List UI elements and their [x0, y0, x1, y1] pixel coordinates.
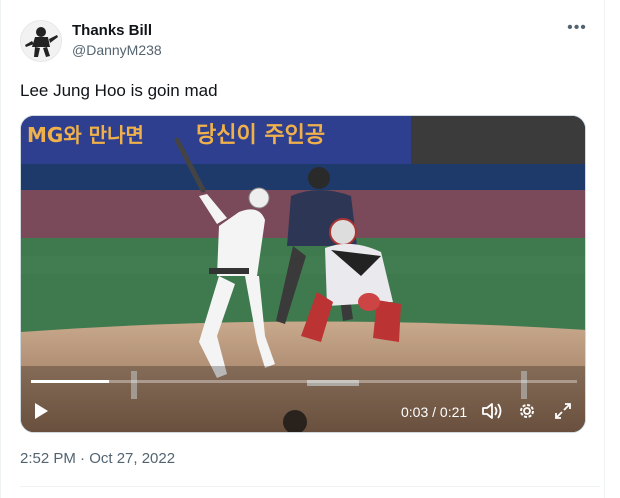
display-name[interactable]: Thanks Bill — [72, 22, 152, 39]
tweet-timestamp[interactable]: 2:52 PM · Oct 27, 2022 — [20, 450, 175, 467]
banner-text-left: MG와 만나면 — [27, 123, 144, 147]
tweet-card: Thanks Bill @DannyM238 ••• Lee Jung Hoo … — [0, 0, 620, 498]
video-progress-fill — [31, 380, 110, 383]
video-progress-bar[interactable] — [31, 380, 577, 383]
video-time: 0:03 / 0:21 — [401, 404, 468, 420]
video-controls: 0:03 / 0:21 — [21, 396, 585, 426]
settings-gear-icon[interactable] — [518, 402, 536, 425]
play-icon[interactable] — [33, 402, 49, 425]
avatar[interactable] — [20, 20, 62, 62]
volume-icon[interactable] — [481, 402, 503, 425]
video-frame: MG와 만나면 당신이 주인공 — [21, 116, 585, 432]
tweet-text: Lee Jung Hoo is goin mad — [20, 81, 218, 100]
more-horizontal-icon[interactable]: ••• — [566, 20, 588, 37]
fullscreen-icon[interactable] — [554, 402, 572, 425]
user-handle[interactable]: @DannyM238 — [72, 42, 162, 58]
video-player[interactable]: MG와 만나면 당신이 주인공 0:03 / 0:21 — [20, 115, 586, 433]
timeline-border-left — [0, 0, 1, 498]
divider — [20, 486, 600, 487]
banner-text-right: 당신이 주인공 — [196, 123, 325, 148]
timeline-border-right — [604, 0, 605, 498]
